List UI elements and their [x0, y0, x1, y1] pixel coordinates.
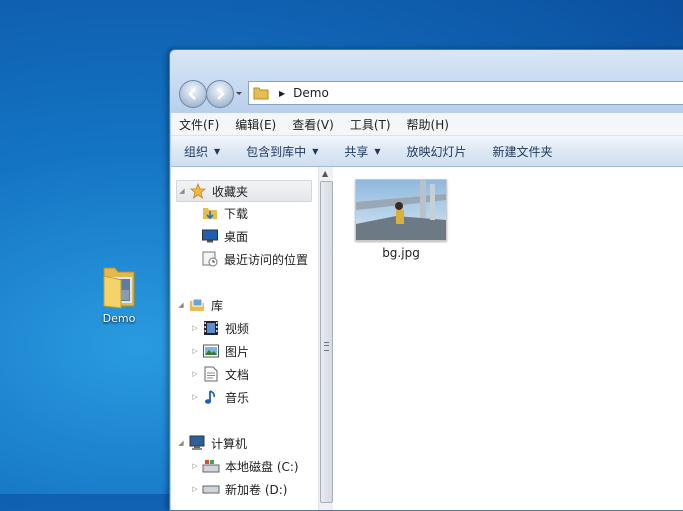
arrow-left-icon: [188, 88, 196, 100]
nav-videos-label: 视频: [225, 321, 250, 336]
chevron-down-icon: ▼: [214, 146, 221, 156]
collapse-arrow-icon[interactable]: ◢: [177, 187, 187, 195]
forward-button[interactable]: [206, 80, 234, 108]
file-name: bg.jpg: [382, 246, 420, 260]
system-drive-icon: [202, 458, 220, 474]
nav-documents-label: 文档: [225, 367, 250, 382]
documents-icon: [202, 366, 220, 382]
desktop-folder-label: Demo: [102, 312, 136, 325]
share-label: 共享: [344, 144, 369, 159]
menu-file[interactable]: 文件(F): [171, 116, 227, 133]
new-folder-button[interactable]: 新建文件夹: [480, 143, 566, 160]
downloads-folder-icon: [201, 205, 219, 221]
nav-music-label: 音乐: [225, 390, 250, 405]
file-item[interactable]: bg.jpg: [355, 179, 447, 260]
back-button[interactable]: [179, 80, 207, 108]
nav-recent[interactable]: 最近访问的位置: [199, 249, 308, 269]
nav-local-disk-c[interactable]: ▷ 本地磁盘 (C:): [190, 456, 299, 476]
include-library-button[interactable]: 包含到库中 ▼: [233, 143, 331, 160]
nav-scrollbar[interactable]: ▲: [318, 167, 333, 510]
nav-documents[interactable]: ▷ 文档: [190, 364, 249, 384]
pictures-icon: [202, 343, 220, 359]
expand-arrow-icon[interactable]: ▷: [190, 485, 200, 493]
expand-arrow-icon[interactable]: ▷: [190, 347, 200, 355]
nav-recent-label: 最近访问的位置: [224, 252, 309, 267]
nav-favorites[interactable]: ◢ 收藏夹: [176, 180, 312, 202]
nav-new-volume-d[interactable]: ▷ 新加卷 (D:): [190, 479, 287, 499]
command-bar: 组织 ▼ 包含到库中 ▼ 共享 ▼ 放映幻灯片 新建文件夹: [171, 136, 683, 167]
scrollbar-thumb[interactable]: [320, 181, 333, 503]
nav-videos[interactable]: ▷ 视频: [190, 318, 249, 338]
nav-libraries-label: 库: [211, 298, 224, 313]
recent-places-icon: [201, 251, 219, 267]
nav-music[interactable]: ▷ 音乐: [190, 387, 249, 407]
image-thumbnail-icon: [355, 179, 447, 241]
menu-tools[interactable]: 工具(T): [342, 116, 399, 133]
nav-local-disk-label: 本地磁盘 (C:): [225, 459, 299, 474]
collapse-arrow-icon[interactable]: ◢: [176, 439, 186, 447]
nav-new-volume-label: 新加卷 (D:): [225, 482, 288, 497]
explorer-window: ▶ Demo 文件(F) 编辑(E) 查看(V) 工具(T) 帮助(H) 组织 ▼…: [169, 49, 683, 511]
menu-view[interactable]: 查看(V): [284, 116, 342, 133]
navigation-pane: ◢ 收藏夹 下载 桌面 最近访问的位置 ◢ 库 ▷ 视频 ▷ 图片 ▷ 文档 ▷…: [171, 167, 319, 510]
folder-icon: [253, 87, 269, 100]
drive-icon: [202, 481, 220, 497]
breadcrumb-arrow-icon[interactable]: ▶: [279, 89, 285, 98]
nav-favorites-label: 收藏夹: [212, 184, 249, 199]
file-list-pane: bg.jpg: [333, 167, 683, 510]
scroll-up-arrow-icon[interactable]: ▲: [322, 169, 328, 178]
recent-pages-dropdown-icon[interactable]: [235, 88, 243, 98]
scrollbar-grip-icon: [324, 342, 329, 351]
arrow-right-icon: [217, 88, 225, 100]
expand-arrow-icon[interactable]: ▷: [190, 462, 200, 470]
nav-pictures[interactable]: ▷ 图片: [190, 341, 249, 361]
folder-icon: [101, 262, 137, 310]
nav-computer[interactable]: ◢ 计算机: [176, 433, 247, 453]
nav-computer-label: 计算机: [211, 436, 248, 451]
menu-edit[interactable]: 编辑(E): [227, 116, 284, 133]
chevron-down-icon: ▼: [374, 146, 381, 156]
chevron-down-icon: ▼: [312, 146, 319, 156]
collapse-arrow-icon[interactable]: ◢: [176, 301, 186, 309]
expand-arrow-icon[interactable]: ▷: [190, 393, 200, 401]
nav-pictures-label: 图片: [225, 344, 250, 359]
desktop-icon: [201, 228, 219, 244]
nav-desktop[interactable]: 桌面: [199, 226, 248, 246]
videos-icon: [202, 320, 220, 336]
address-bar[interactable]: ▶ Demo: [248, 81, 683, 105]
expand-arrow-icon[interactable]: ▷: [190, 324, 200, 332]
address-row: ▶ Demo: [176, 78, 683, 108]
slideshow-button[interactable]: 放映幻灯片: [394, 143, 480, 160]
libraries-icon: [188, 297, 206, 313]
computer-icon: [188, 435, 206, 451]
nav-libraries[interactable]: ◢ 库: [176, 295, 223, 315]
menu-help[interactable]: 帮助(H): [399, 116, 457, 133]
nav-downloads-label: 下载: [224, 206, 249, 221]
organize-label: 组织: [184, 144, 209, 159]
desktop-folder-demo[interactable]: Demo: [94, 262, 144, 325]
music-note-icon: [202, 389, 220, 405]
organize-button[interactable]: 组织 ▼: [171, 143, 233, 160]
menu-bar: 文件(F) 编辑(E) 查看(V) 工具(T) 帮助(H): [171, 113, 683, 136]
nav-downloads[interactable]: 下载: [199, 203, 248, 223]
expand-arrow-icon[interactable]: ▷: [190, 370, 200, 378]
nav-desktop-label: 桌面: [224, 229, 249, 244]
breadcrumb-demo[interactable]: Demo: [293, 86, 329, 100]
include-library-label: 包含到库中: [246, 144, 307, 159]
star-icon: [189, 183, 207, 199]
share-button[interactable]: 共享 ▼: [331, 143, 393, 160]
